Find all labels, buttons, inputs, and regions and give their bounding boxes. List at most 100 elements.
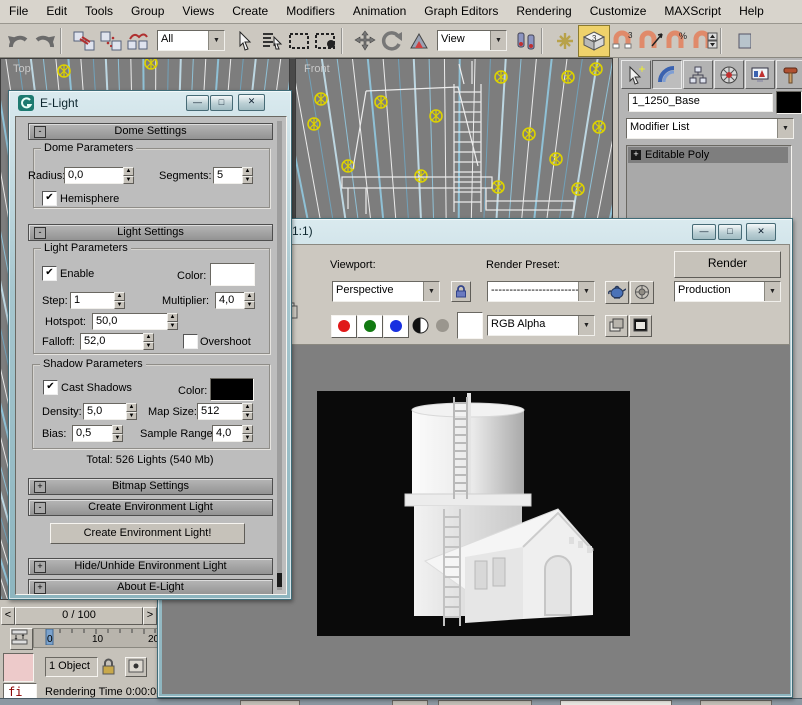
collapse-icon[interactable]: - <box>34 126 46 138</box>
modifier-list-dropdown[interactable]: Modifier List <box>626 118 794 139</box>
absolute-mode-toggle[interactable] <box>125 657 147 677</box>
elight-title-bar[interactable]: E-Light — □ ✕ <box>9 91 293 116</box>
tab-create[interactable] <box>621 60 651 89</box>
select-and-manipulate-icon[interactable] <box>512 26 539 56</box>
window-crossing-toggle-icon[interactable] <box>312 26 339 56</box>
expand-icon[interactable]: + <box>34 561 46 573</box>
dropdown-arrow-icon[interactable] <box>578 282 594 301</box>
rfw-viewport-dropdown[interactable]: Perspective <box>332 281 440 302</box>
menu-modifiers[interactable]: Modifiers <box>277 0 344 23</box>
partial-toolbar-icon[interactable] <box>730 26 757 56</box>
rollout-dome-settings[interactable]: - Dome Settings <box>28 123 273 140</box>
radius-spinner[interactable] <box>123 167 134 184</box>
falloff-spinner[interactable] <box>143 333 154 350</box>
status-button-partial[interactable] <box>392 700 428 705</box>
menu-maxscript[interactable]: MAXScript <box>655 0 730 23</box>
status-field-partial[interactable] <box>560 700 672 705</box>
rollout-scrollbar[interactable] <box>277 121 282 590</box>
macro-recorder-pane[interactable] <box>3 653 34 682</box>
map-size-field[interactable]: 512 <box>197 403 245 420</box>
expand-icon[interactable]: + <box>34 582 46 594</box>
percent-snap-icon[interactable]: % <box>664 26 691 56</box>
layer-icon-button[interactable] <box>605 315 628 337</box>
expand-icon[interactable]: + <box>631 150 641 160</box>
object-color-swatch[interactable] <box>776 91 802 114</box>
bias-spinner[interactable] <box>112 425 123 442</box>
light-color-swatch[interactable] <box>210 263 255 286</box>
shadow-color-swatch[interactable] <box>210 378 254 401</box>
tab-display[interactable] <box>745 60 775 89</box>
render-target-dropdown[interactable]: Production <box>674 281 781 302</box>
viewport-top-label[interactable]: Top <box>13 63 31 75</box>
status-button-partial[interactable] <box>240 700 300 705</box>
viewport-lock-button[interactable] <box>451 281 471 302</box>
expand-icon[interactable]: + <box>34 481 46 493</box>
object-name-field[interactable]: 1_1250_Base <box>628 93 773 112</box>
dropdown-arrow-icon[interactable] <box>208 31 224 50</box>
rollout-bitmap-settings[interactable]: + Bitmap Settings <box>28 478 273 495</box>
dropdown-arrow-icon[interactable] <box>490 31 506 50</box>
menu-edit[interactable]: Edit <box>37 0 76 23</box>
enable-checkbox[interactable] <box>42 266 57 281</box>
select-and-link-icon[interactable] <box>70 26 97 56</box>
blue-channel-button[interactable] <box>383 315 409 338</box>
scrollbar-thumb[interactable] <box>277 573 282 587</box>
tab-hierarchy[interactable] <box>683 60 713 89</box>
tab-utilities[interactable] <box>776 60 802 89</box>
time-slider[interactable]: 0 / 100 <box>15 607 143 625</box>
density-field[interactable]: 5,0 <box>83 403 129 420</box>
collapse-icon[interactable]: - <box>34 227 46 239</box>
select-and-move-icon[interactable] <box>351 26 378 56</box>
monochrome-button[interactable] <box>412 317 429 334</box>
select-by-name-icon[interactable] <box>258 26 285 56</box>
keyboard-shortcut-override-icon[interactable] <box>551 26 578 56</box>
render-button[interactable]: Render <box>674 251 781 278</box>
selection-filter-dropdown[interactable]: All <box>157 30 225 51</box>
menu-create[interactable]: Create <box>223 0 277 23</box>
multiplier-field[interactable]: 4,0 <box>215 292 247 309</box>
channel-display-dropdown[interactable]: RGB Alpha <box>487 315 595 336</box>
selection-lock-icon[interactable] <box>101 657 116 676</box>
bind-to-space-warp-icon[interactable] <box>124 26 151 56</box>
next-frame-button[interactable]: > <box>143 607 157 625</box>
segments-spinner[interactable] <box>242 167 253 184</box>
alpha-channel-button[interactable] <box>435 318 450 333</box>
rollout-light-settings[interactable]: - Light Settings <box>28 224 273 241</box>
tab-motion[interactable] <box>714 60 744 89</box>
hemisphere-checkbox[interactable] <box>42 191 57 206</box>
sample-range-field[interactable]: 4,0 <box>212 425 245 442</box>
rollout-hide-unhide[interactable]: + Hide/Unhide Environment Light <box>28 558 273 575</box>
map-size-spinner[interactable] <box>242 403 253 420</box>
cast-shadows-checkbox[interactable] <box>43 380 58 395</box>
close-button[interactable]: ✕ <box>238 94 265 111</box>
minimize-button[interactable]: — <box>692 224 716 240</box>
track-bar[interactable]: 0 10 20 <box>33 628 159 648</box>
unlink-selection-icon[interactable] <box>97 26 124 56</box>
snaps-toggle-icon[interactable]: 3 <box>578 25 610 57</box>
hotspot-spinner[interactable] <box>167 313 178 330</box>
angle-snap-icon[interactable]: 3 <box>610 26 637 56</box>
sample-range-spinner[interactable] <box>242 425 253 442</box>
menu-views[interactable]: Views <box>173 0 223 23</box>
menu-graph-editors[interactable]: Graph Editors <box>415 0 507 23</box>
step-field[interactable]: 1 <box>70 292 116 309</box>
environment-button[interactable] <box>630 281 654 304</box>
segments-field[interactable]: 5 <box>213 167 245 184</box>
dropdown-arrow-icon[interactable] <box>423 282 439 301</box>
dropdown-arrow-icon[interactable] <box>777 119 793 138</box>
falloff-field[interactable]: 52,0 <box>80 333 146 350</box>
green-channel-button[interactable] <box>357 315 383 338</box>
reference-coordinate-dropdown[interactable]: View <box>437 30 507 51</box>
step-spinner[interactable] <box>114 292 125 309</box>
mini-curve-editor-button[interactable] <box>10 628 33 650</box>
select-object-icon[interactable] <box>231 26 258 56</box>
close-button[interactable]: ✕ <box>746 223 776 241</box>
collapse-icon[interactable]: - <box>34 502 46 514</box>
menu-group[interactable]: Group <box>122 0 173 23</box>
rectangular-selection-region-icon[interactable] <box>285 26 312 56</box>
maximize-button[interactable]: □ <box>718 224 742 240</box>
create-environment-light-button[interactable]: Create Environment Light! <box>50 523 245 544</box>
minimize-button[interactable]: — <box>186 95 209 111</box>
background-color-swatch[interactable] <box>457 312 483 339</box>
angle-snap-toggle-icon[interactable] <box>637 26 664 56</box>
